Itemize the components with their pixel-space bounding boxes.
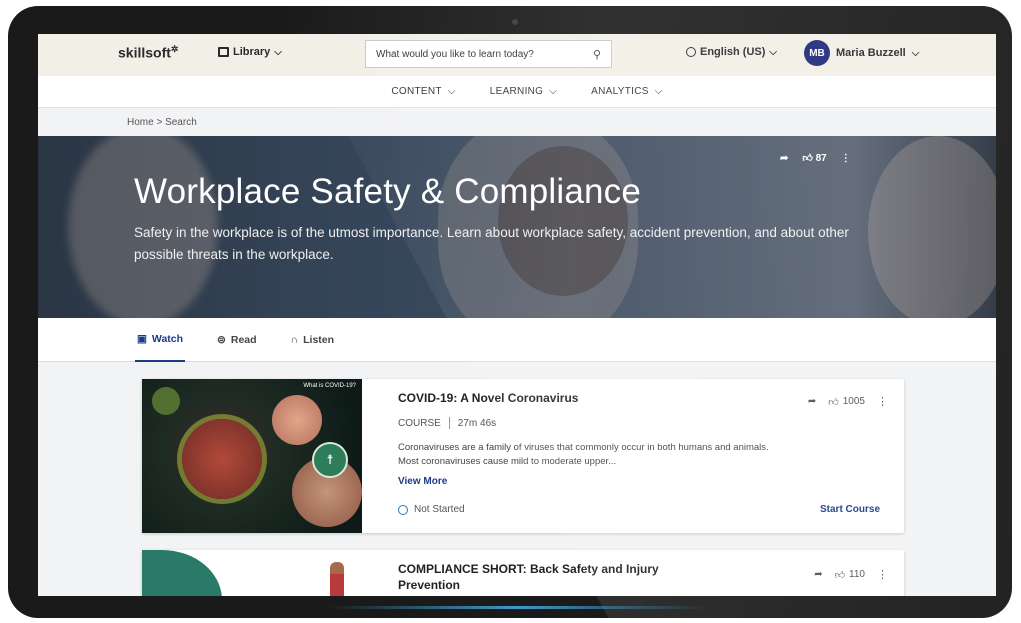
- language-selector[interactable]: English (US) ⌵: [686, 46, 777, 58]
- logo-mark-icon: ✲: [170, 44, 179, 54]
- avatar: MB: [804, 40, 830, 66]
- breadcrumb-text[interactable]: Home > Search: [127, 117, 197, 128]
- language-label: English (US): [700, 46, 766, 58]
- view-more-link[interactable]: View More: [398, 476, 447, 487]
- thumbnail-shape: [142, 550, 222, 596]
- tab-read[interactable]: ⊜ Read: [215, 318, 259, 362]
- like-button[interactable]: 👍︎ 1005: [828, 396, 865, 408]
- share-icon[interactable]: ➦: [780, 153, 788, 164]
- thumbs-up-icon: 👍︎: [802, 153, 813, 164]
- search-icon[interactable]: ⚲: [593, 48, 601, 61]
- like-count: 110: [849, 569, 865, 580]
- book-icon: ⊜: [217, 334, 226, 346]
- hero-image-person-hair: [498, 146, 628, 296]
- top-bar: skillsoft✲ Library ⌵ ⚲ English (US) ⌵ MB…: [38, 34, 996, 76]
- course-card[interactable]: What is COVID-19? ☨ ➦ 👍︎ 1005 ⋮ COVID-19:…: [142, 379, 904, 533]
- divider: [448, 417, 450, 429]
- chevron-down-icon: ⌵: [447, 86, 456, 97]
- share-icon[interactable]: ➦: [814, 569, 822, 580]
- globe-icon: [686, 47, 696, 57]
- thumbs-up-icon: 👍︎: [834, 569, 846, 581]
- nav-item-learning[interactable]: LEARNING ⌵: [490, 86, 557, 97]
- card-actions: ➦ 👍︎ 1005 ⋮: [808, 395, 888, 408]
- chevron-down-icon: ⌵: [274, 46, 282, 58]
- course-type: COURSE: [398, 417, 441, 429]
- nav-item-content[interactable]: CONTENT ⌵: [391, 86, 455, 97]
- like-button[interactable]: 👍︎ 110: [835, 569, 865, 581]
- chevron-down-icon: ⌵: [654, 86, 663, 97]
- nav-item-label: ANALYTICS: [591, 86, 649, 97]
- main-nav: CONTENT ⌵ LEARNING ⌵ ANALYTICS ⌵: [38, 76, 996, 108]
- tab-watch[interactable]: ▣ Watch: [135, 318, 186, 362]
- nav-item-label: CONTENT: [391, 86, 442, 97]
- page-title: Workplace Safety & Compliance: [134, 172, 642, 211]
- app-screen: skillsoft✲ Library ⌵ ⚲ English (US) ⌵ MB…: [38, 34, 996, 596]
- card-actions: ➦ 👍︎ 110 ⋮: [814, 568, 888, 581]
- tab-label: Listen: [303, 334, 335, 346]
- course-title[interactable]: COVID-19: A Novel Coronavirus: [398, 391, 578, 405]
- virus-graphic: [152, 387, 180, 415]
- course-description: Coronaviruses are a family of viruses th…: [398, 442, 769, 467]
- status-circle-icon: [398, 504, 408, 515]
- thumbs-up-icon: 👍︎: [828, 396, 839, 408]
- logo-text: skillsoft: [118, 44, 171, 61]
- virus-graphic: [182, 419, 262, 499]
- course-thumbnail[interactable]: [142, 550, 362, 596]
- camera-dot: [512, 19, 518, 25]
- more-options-icon[interactable]: ⋮: [877, 395, 888, 408]
- search-box[interactable]: ⚲: [365, 40, 612, 68]
- media-tabs: ▣ Watch ⊜ Read ∩ Listen: [38, 318, 996, 362]
- course-thumbnail[interactable]: What is COVID-19? ☨: [142, 379, 362, 533]
- like-count: 1005: [842, 396, 865, 407]
- headphones-icon: ∩: [290, 334, 299, 346]
- more-options-icon[interactable]: ⋮: [877, 568, 888, 581]
- video-icon: ▣: [137, 333, 147, 345]
- course-card[interactable]: ➦ 👍︎ 110 ⋮ COMPLIANCE SHORT: Back Safety …: [142, 550, 904, 596]
- course-type-icon[interactable]: ☨: [312, 442, 348, 478]
- tablet-device: skillsoft✲ Library ⌵ ⚲ English (US) ⌵ MB…: [8, 6, 1012, 618]
- tab-label: Read: [230, 334, 257, 346]
- chevron-down-icon: ⌵: [911, 47, 920, 59]
- user-name: Maria Buzzell: [836, 47, 906, 59]
- course-status: Not Started: [398, 504, 465, 515]
- course-meta: COURSE 27m 46s: [398, 417, 496, 429]
- hero-banner: ➦ 👍︎ 87 ⋮ Workplace Safety & Compliance …: [38, 136, 996, 318]
- tab-listen[interactable]: ∩ Listen: [289, 318, 337, 362]
- status-text: Not Started: [414, 504, 465, 515]
- share-icon[interactable]: ➦: [808, 396, 816, 407]
- library-label: Library: [233, 46, 271, 58]
- breadcrumb: Home > Search: [38, 108, 996, 136]
- search-input[interactable]: [376, 48, 593, 60]
- nav-item-analytics[interactable]: ANALYTICS ⌵: [591, 86, 662, 97]
- thumbnail-person: [330, 562, 344, 596]
- virus-graphic: [272, 395, 322, 445]
- library-menu[interactable]: Library ⌵: [218, 46, 282, 58]
- start-course-button[interactable]: Start Course: [820, 504, 880, 515]
- user-menu[interactable]: MB Maria Buzzell ⌵: [804, 40, 919, 66]
- more-options-icon[interactable]: ⋮: [841, 153, 851, 164]
- page-description: Safety in the workplace is of the utmost…: [134, 225, 849, 262]
- like-button[interactable]: 👍︎ 87: [802, 152, 826, 164]
- tab-label: Watch: [151, 333, 184, 345]
- skillsoft-logo[interactable]: skillsoft✲: [118, 44, 178, 61]
- library-icon: [218, 47, 229, 57]
- chevron-down-icon: ⌵: [549, 86, 558, 97]
- like-count: 87: [815, 153, 827, 164]
- course-title[interactable]: COMPLIANCE SHORT: Back Safety and Injury…: [398, 561, 678, 593]
- course-duration: 27m 46s: [457, 417, 497, 429]
- hero-actions: ➦ 👍︎ 87 ⋮: [780, 152, 851, 165]
- nav-item-label: LEARNING: [489, 86, 544, 97]
- chevron-down-icon: ⌵: [769, 46, 777, 58]
- device-light-bar: [328, 606, 708, 609]
- thumbnail-caption: What is COVID-19?: [303, 383, 356, 389]
